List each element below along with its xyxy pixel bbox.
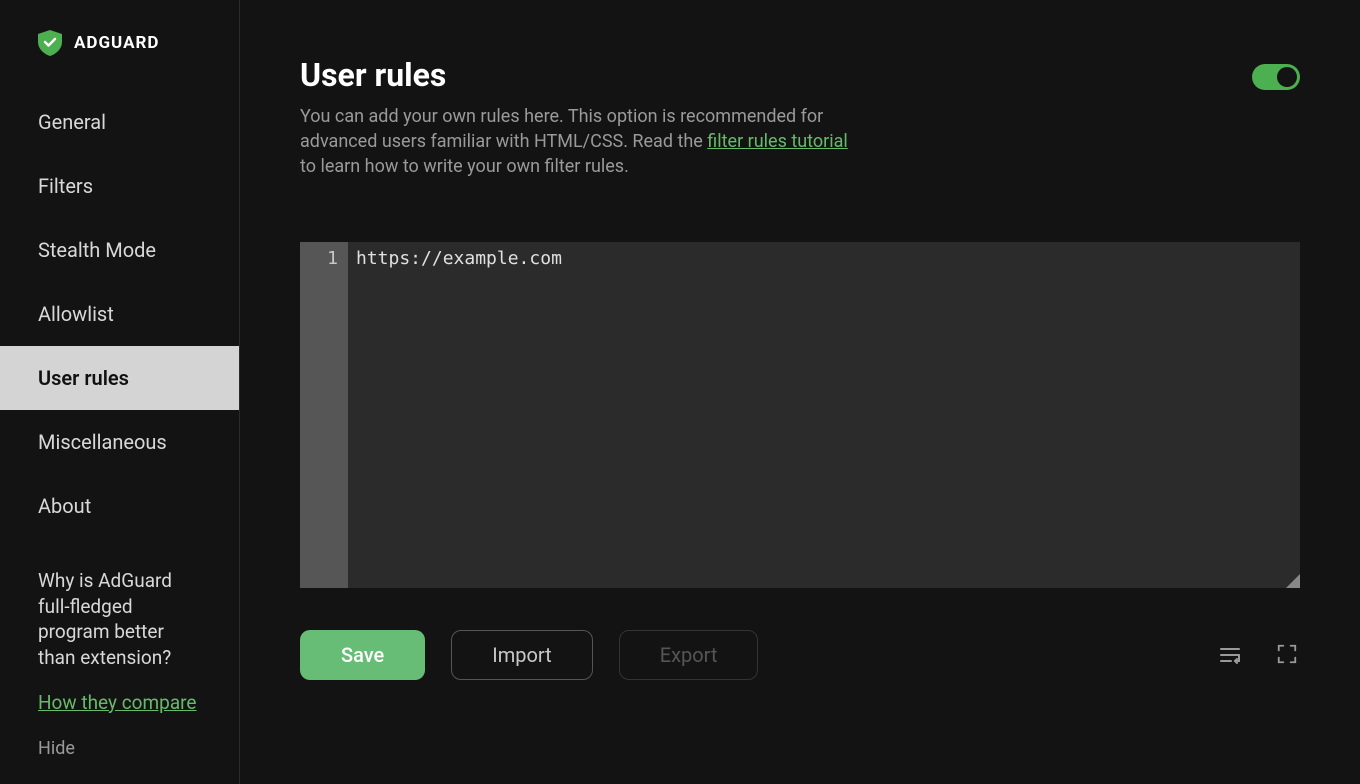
main-content: User rules You can add your own rules he… xyxy=(240,0,1360,784)
editor-icon-buttons xyxy=(1218,643,1300,667)
resize-handle-icon[interactable] xyxy=(1286,574,1300,588)
app-logo: ADGUARD xyxy=(0,30,239,56)
export-button[interactable]: Export xyxy=(619,630,759,680)
button-row: Save Import Export xyxy=(300,630,1300,680)
sidebar: ADGUARD General Filters Stealth Mode All… xyxy=(0,0,240,784)
sidebar-item-about[interactable]: About xyxy=(0,474,239,538)
line-number: 1 xyxy=(300,248,338,269)
editor-gutter: 1 xyxy=(300,242,348,588)
sidebar-item-allowlist[interactable]: Allowlist xyxy=(0,282,239,346)
save-button[interactable]: Save xyxy=(300,630,425,680)
sidebar-item-miscellaneous[interactable]: Miscellaneous xyxy=(0,410,239,474)
page-header: User rules You can add your own rules he… xyxy=(300,56,1300,180)
app-name: ADGUARD xyxy=(74,33,159,53)
fullscreen-icon[interactable] xyxy=(1276,643,1300,667)
page-title: User rules xyxy=(300,56,860,94)
sidebar-nav: General Filters Stealth Mode Allowlist U… xyxy=(0,90,239,538)
promo-block: Why is AdGuard full-fledged program bett… xyxy=(0,538,239,714)
sidebar-item-stealth-mode[interactable]: Stealth Mode xyxy=(0,218,239,282)
page-description: You can add your own rules here. This op… xyxy=(300,104,860,180)
import-button[interactable]: Import xyxy=(451,630,592,680)
sidebar-item-user-rules[interactable]: User rules xyxy=(0,346,239,410)
sidebar-item-general[interactable]: General xyxy=(0,90,239,154)
editor-textarea[interactable]: https://example.com xyxy=(348,242,1300,588)
sidebar-item-filters[interactable]: Filters xyxy=(0,154,239,218)
promo-hide[interactable]: Hide xyxy=(0,714,239,759)
promo-link[interactable]: How they compare xyxy=(38,691,197,714)
shield-icon xyxy=(38,30,62,56)
wrap-lines-icon[interactable] xyxy=(1218,643,1242,667)
toggle-knob xyxy=(1277,67,1297,87)
promo-title: Why is AdGuard full-fledged program bett… xyxy=(38,568,201,671)
rules-editor: 1 https://example.com xyxy=(300,242,1300,588)
enable-toggle[interactable] xyxy=(1252,64,1300,90)
tutorial-link[interactable]: filter rules tutorial xyxy=(707,131,847,152)
desc-suffix: to learn how to write your own filter ru… xyxy=(300,156,629,177)
